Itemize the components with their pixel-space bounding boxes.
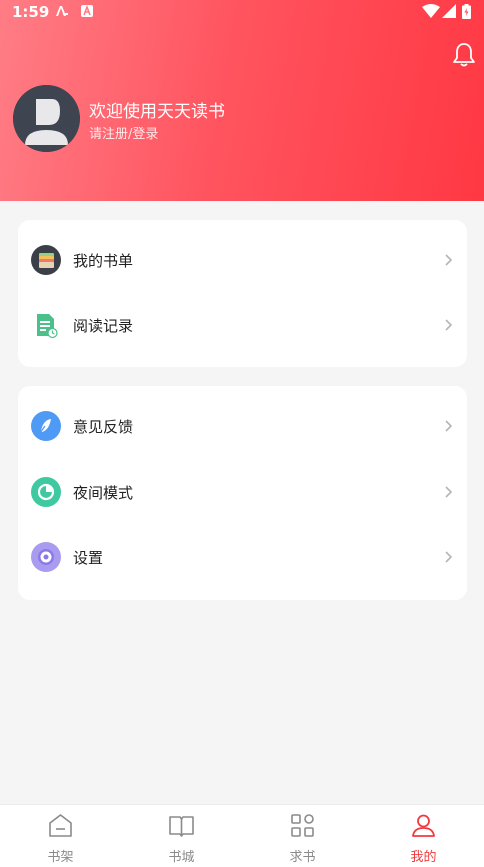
menu-item-settings[interactable]: 设置 — [18, 530, 467, 586]
tab-bookshelf[interactable]: 书架 — [0, 805, 121, 867]
cellular-signal-icon — [442, 4, 456, 22]
wifi-icon — [422, 4, 440, 22]
menu-card-primary: 我的书单 阅读记录 — [18, 220, 467, 367]
request-book-icon — [291, 814, 314, 837]
tab-label: 求书 — [289, 850, 316, 865]
feedback-icon — [31, 411, 61, 441]
notification-bell-icon[interactable] — [452, 42, 476, 68]
tab-label: 书架 — [47, 850, 74, 865]
menu-item-booklist[interactable]: 我的书单 — [18, 233, 467, 289]
tab-bookstore[interactable]: 书城 — [121, 805, 242, 867]
battery-icon — [462, 4, 471, 23]
tab-label: 书城 — [168, 850, 195, 865]
tab-request-book[interactable]: 求书 — [242, 805, 363, 867]
menu-item-label: 设置 — [73, 549, 104, 567]
booklist-icon — [31, 245, 61, 275]
login-register-link[interactable]: 请注册/登录 — [89, 123, 158, 142]
profile-header: 1:59 欢迎使用天天读书 请注册/登录 — [0, 0, 484, 201]
profile-icon — [412, 814, 435, 837]
menu-item-label: 意见反馈 — [73, 418, 134, 436]
status-bar: 1:59 — [0, 0, 484, 24]
app-notification-icon — [80, 4, 94, 22]
menu-card-secondary: 意见反馈 夜间模式 设置 — [18, 386, 467, 600]
avatar[interactable] — [13, 85, 80, 152]
bookstore-icon — [169, 816, 194, 837]
menu-item-night-mode[interactable]: 夜间模式 — [18, 465, 467, 521]
settings-icon — [31, 542, 61, 572]
menu-item-reading-history[interactable]: 阅读记录 — [18, 298, 467, 354]
bookshelf-icon — [49, 814, 72, 837]
tab-profile[interactable]: 我的 — [363, 805, 484, 867]
menu-item-label: 夜间模式 — [73, 484, 134, 502]
chevron-right-icon — [445, 486, 453, 498]
menu-item-label: 我的书单 — [73, 252, 134, 270]
chevron-right-icon — [445, 319, 453, 331]
menu-item-label: 阅读记录 — [73, 317, 134, 335]
welcome-title: 欢迎使用天天读书 — [89, 102, 225, 122]
chevron-right-icon — [445, 420, 453, 432]
night-mode-icon — [31, 477, 61, 507]
status-time: 1:59 — [12, 3, 50, 21]
bottom-tab-bar: 书架 书城 求书 我的 — [0, 804, 484, 867]
chevron-right-icon — [445, 551, 453, 563]
menu-item-feedback[interactable]: 意见反馈 — [18, 399, 467, 455]
tab-label: 我的 — [410, 850, 437, 865]
chevron-right-icon — [445, 254, 453, 266]
text-notification-icon — [54, 4, 68, 22]
reading-history-icon — [31, 310, 61, 340]
